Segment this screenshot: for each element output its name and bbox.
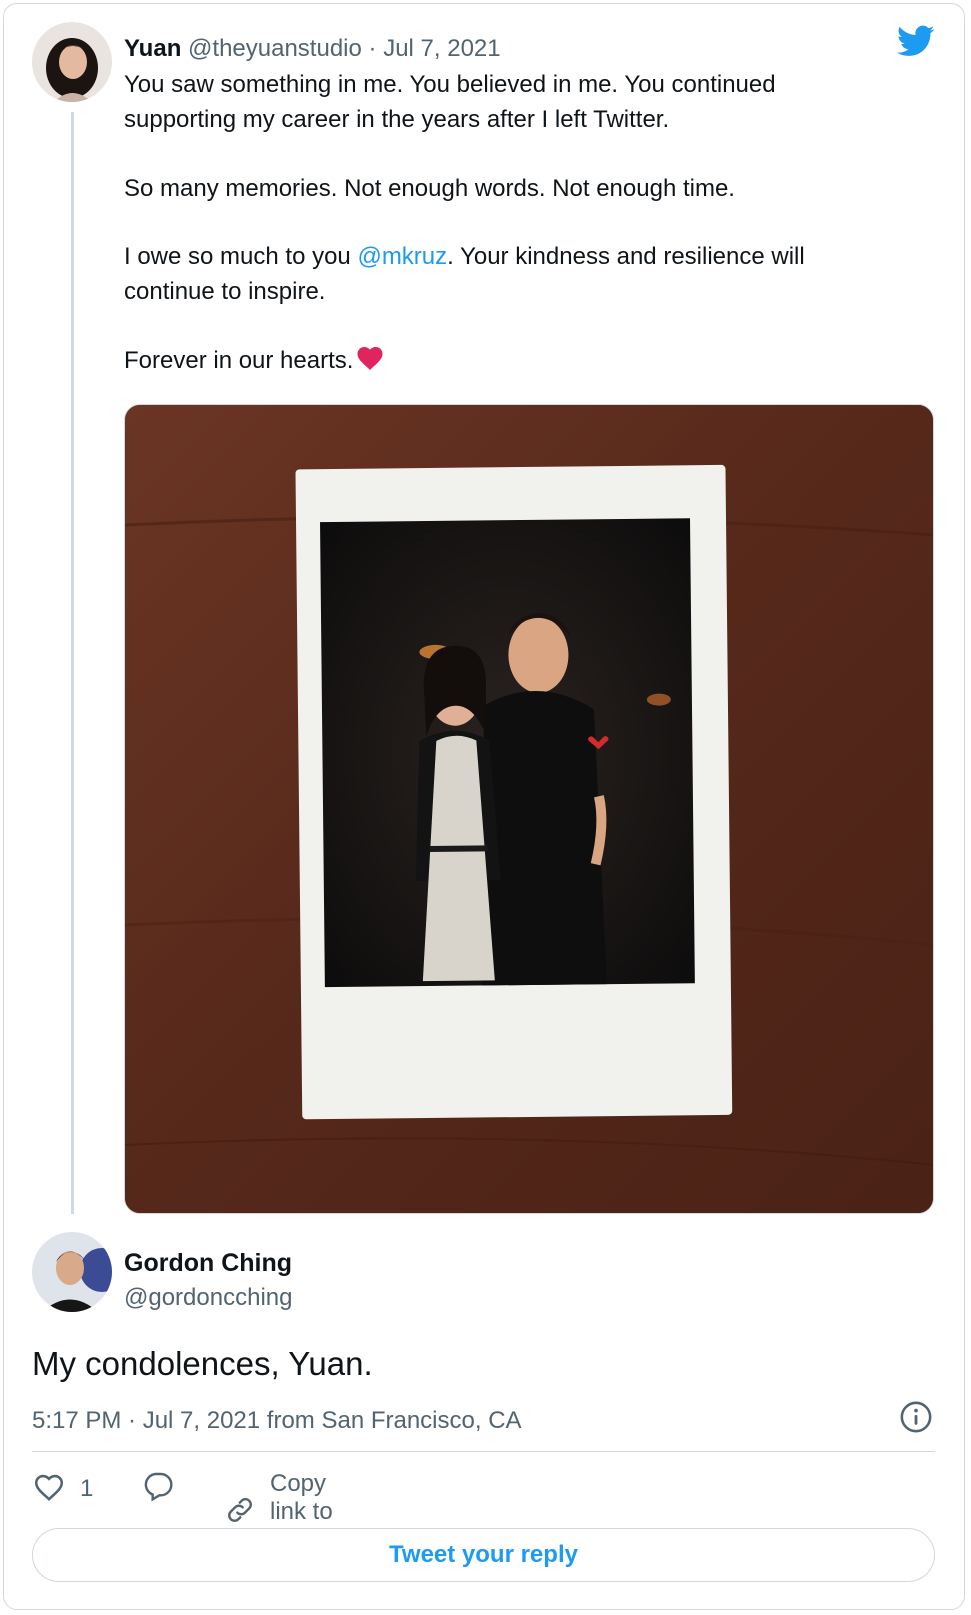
quoted-text-line: supporting my career in the years after … xyxy=(124,106,670,133)
quoted-author-name[interactable]: Yuan xyxy=(124,35,181,62)
quoted-tweet-date[interactable]: Jul 7, 2021 xyxy=(383,35,500,62)
quoted-text-line: So many memories. Not enough words. Not … xyxy=(124,175,735,202)
reply-author-name[interactable]: Gordon Ching xyxy=(124,1249,292,1278)
like-button[interactable]: 1 xyxy=(32,1470,93,1507)
header-separator: · xyxy=(368,35,377,62)
quoted-text-segment: Forever in our hearts. xyxy=(124,347,354,374)
reply-author-handle[interactable]: @gordoncching xyxy=(124,1284,292,1312)
link-icon xyxy=(224,1494,256,1531)
speech-bubble-icon xyxy=(142,1470,174,1507)
quoted-text-line: You saw something in me. You believed in… xyxy=(124,71,776,98)
heart-outline-icon xyxy=(32,1470,66,1507)
quoted-text-line: I owe so much to you @mkruz. Your kindne… xyxy=(124,239,924,274)
mention-link[interactable]: @mkruz xyxy=(357,243,447,270)
tweet-your-reply-button[interactable]: Tweet your reply xyxy=(32,1528,935,1582)
gordon-avatar[interactable] xyxy=(32,1232,112,1312)
reply-icon-button[interactable] xyxy=(142,1470,174,1507)
twitter-bird-icon[interactable] xyxy=(895,22,937,60)
quoted-text-segment: . Your kindness and resilience will xyxy=(447,243,805,270)
thread-connector-line xyxy=(71,112,74,1214)
quoted-text-segment: I owe so much to you xyxy=(124,243,358,270)
quoted-tweet-header: Yuan @theyuanstudio · Jul 7, 2021 xyxy=(124,34,501,64)
reply-tweet-text: My condolences, Yuan. xyxy=(32,1345,373,1382)
tweet-media-photo[interactable] xyxy=(124,404,934,1214)
divider xyxy=(32,1451,935,1452)
quoted-text-line: continue to inspire. xyxy=(124,278,326,305)
quoted-text-line: Forever in our hearts. xyxy=(124,343,924,381)
red-heart-emoji xyxy=(355,343,385,381)
like-count: 1 xyxy=(80,1474,94,1502)
yuan-avatar[interactable] xyxy=(32,22,112,102)
reply-button-label: Tweet your reply xyxy=(389,1541,578,1568)
tweet-timestamp-location[interactable]: 5:17 PM · Jul 7, 2021 from San Francisco… xyxy=(32,1407,522,1435)
info-icon[interactable] xyxy=(899,1400,933,1434)
quoted-author-handle[interactable]: @theyuanstudio xyxy=(188,35,362,62)
